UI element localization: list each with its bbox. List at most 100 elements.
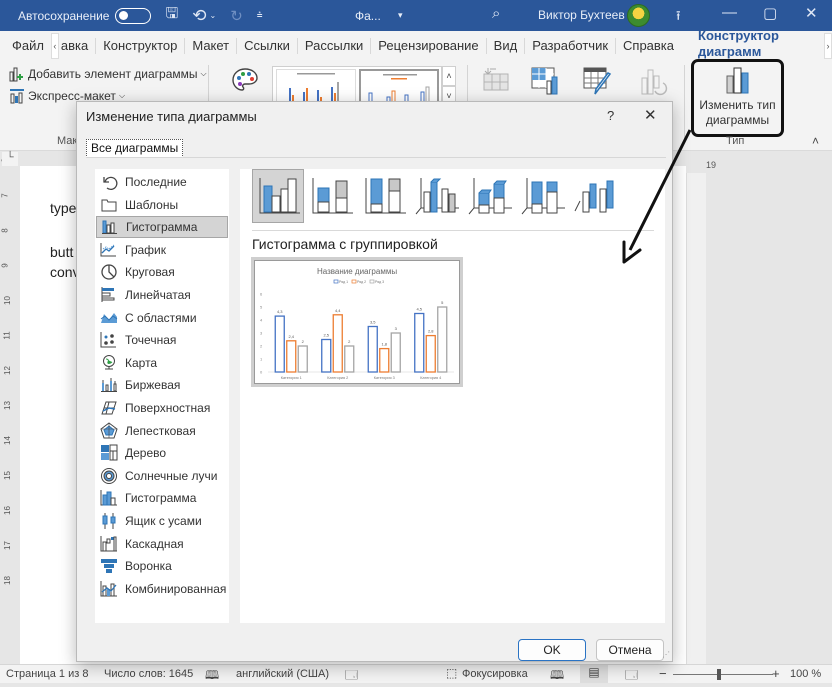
tab-selector[interactable]: └ — [2, 152, 18, 166]
tabs-scroll-right-button[interactable]: › — [824, 33, 832, 59]
collapse-ribbon-icon[interactable]: ˄ — [812, 134, 819, 148]
tab-mailings[interactable]: Рассылки — [298, 38, 372, 54]
chart-type-item[interactable]: Лепестковая — [96, 420, 228, 442]
ok-button[interactable]: OK — [518, 639, 586, 661]
change-colors-icon[interactable] — [231, 67, 259, 95]
change-chart-type-button[interactable]: Изменить тип диаграммы — [691, 59, 784, 137]
subtype-100-stacked-column-button[interactable] — [358, 169, 410, 223]
save-icon[interactable]: 🖫 — [165, 3, 178, 28]
zoom-out-button[interactable]: − — [659, 666, 667, 681]
tab-view[interactable]: Вид — [487, 38, 526, 54]
chart-type-item[interactable]: Гистограмма — [96, 487, 228, 509]
chevron-down-icon: ⌵ — [200, 69, 207, 78]
zoom-slider[interactable] — [673, 674, 773, 675]
zoom-level[interactable]: 100 % — [790, 668, 821, 680]
subtype-3d-stacked-column-button[interactable] — [464, 169, 516, 223]
bar — [367, 325, 378, 373]
chart-styles-gallery[interactable] — [272, 66, 442, 106]
resize-grip-icon[interactable]: ⋰ — [662, 650, 670, 659]
refresh-data-icon[interactable] — [640, 66, 668, 96]
customize-toolbar-icon[interactable]: ⩮ — [257, 10, 263, 21]
add-chart-element-button[interactable]: Добавить элемент диаграммы ⌵ — [9, 66, 207, 82]
subtype-3d-column-button[interactable] — [570, 169, 622, 223]
subtype-clustered-column-button[interactable] — [252, 169, 304, 223]
change-chart-type-label-1: Изменить тип — [699, 98, 776, 112]
chart-preview[interactable]: Название диаграммы Ряд 1 Ряд 2 Ряд 3 0 1 2 3 4 5 6… — [251, 257, 463, 387]
chart-type-item[interactable]: Поверхностная — [96, 397, 228, 419]
web-layout-icon[interactable]: 🗔 — [625, 666, 638, 687]
tab-layout[interactable]: Макет — [185, 38, 238, 54]
read-mode-icon[interactable]: 🕮 — [550, 666, 564, 687]
tab-design[interactable]: Конструктор — [96, 38, 186, 54]
tab-all-charts[interactable]: Все диаграммы — [86, 139, 184, 158]
gallery-scroll-up-button[interactable]: ˄ — [442, 66, 456, 86]
chart-style-1[interactable] — [276, 69, 356, 105]
ribbon-display-icon[interactable]: ⭱ — [676, 7, 681, 29]
chart-type-item[interactable]: Гистограмма — [96, 216, 228, 239]
edit-data-icon[interactable] — [583, 66, 613, 96]
legend-swatch — [369, 279, 375, 284]
page-count[interactable]: Страница 1 из 8 — [6, 668, 88, 680]
maximize-icon[interactable]: ▢ — [763, 4, 777, 22]
zoom-slider-thumb[interactable] — [717, 669, 721, 680]
bar — [379, 347, 390, 373]
chart-type-item[interactable]: Солнечные лучи — [96, 465, 228, 487]
chart-type-item[interactable]: Линейчатая — [96, 284, 228, 306]
surface-chart-icon — [99, 399, 119, 417]
subtype-stacked-column-button[interactable] — [305, 169, 357, 223]
add-chart-element-label: Добавить элемент диаграммы — [28, 67, 198, 81]
user-name[interactable]: Виктор Бухтеев — [538, 8, 625, 22]
close-icon[interactable]: ✕ — [805, 4, 818, 22]
tabs-scroll-left-button[interactable]: ‹ — [50, 33, 59, 59]
chart-type-item[interactable]: Каскадная — [96, 533, 228, 555]
subtype-3d-clustered-column-button[interactable] — [411, 169, 463, 223]
chart-type-item[interactable]: Последние — [96, 171, 228, 193]
tab-insert[interactable]: авка — [59, 38, 97, 54]
language[interactable]: английский (США) — [236, 668, 329, 680]
accessibility-icon[interactable]: 🗔 — [345, 666, 358, 687]
zoom-in-button[interactable]: + — [772, 666, 780, 681]
3d-stacked-column-icon — [468, 178, 512, 215]
search-icon[interactable]: ⌕ — [492, 5, 500, 22]
redo-icon[interactable]: ↻ — [230, 7, 243, 25]
chart-style-2[interactable] — [359, 69, 439, 105]
subtype-3d-100-stacked-column-button[interactable] — [517, 169, 569, 223]
group-type-label: Тип — [726, 135, 745, 147]
help-button[interactable]: ? — [607, 108, 614, 123]
chart-type-item[interactable]: Биржевая — [96, 374, 228, 396]
tab-references[interactable]: Ссылки — [237, 38, 298, 54]
chart-type-item[interactable]: Ящик с усами — [96, 510, 228, 532]
select-data-icon[interactable] — [531, 67, 561, 95]
undo-icon[interactable]: ⟲ — [192, 6, 206, 26]
print-layout-icon[interactable]: ▤ — [580, 665, 608, 683]
cancel-button[interactable]: Отмена — [596, 639, 664, 661]
chart-type-item[interactable]: График — [96, 239, 228, 261]
word-count[interactable]: Число слов: 1645 — [104, 668, 193, 680]
document-name-dropdown-icon[interactable]: ▾ — [398, 10, 403, 21]
close-icon[interactable]: ✕ — [644, 106, 657, 124]
treemap-chart-icon — [99, 444, 119, 462]
tab-developer[interactable]: Разработчик — [525, 38, 617, 54]
chart-type-item[interactable]: Дерево — [96, 442, 228, 464]
chart-type-item[interactable]: С областями — [96, 307, 228, 329]
chart-type-item[interactable]: Круговая — [96, 261, 228, 283]
chart-type-item[interactable]: Воронка — [96, 555, 228, 577]
y-tick-label: 4 — [260, 318, 263, 323]
autosave-toggle[interactable] — [115, 7, 152, 24]
document-name[interactable]: Фа... — [355, 9, 381, 23]
proofing-icon[interactable]: 🕮 — [205, 666, 219, 687]
switch-row-column-icon[interactable] — [480, 66, 510, 92]
tab-review[interactable]: Рецензирование — [371, 38, 487, 54]
minimize-icon[interactable]: — — [722, 4, 737, 21]
chart-type-item[interactable]: Точечная — [96, 329, 228, 351]
avatar[interactable] — [627, 4, 650, 27]
y-tick-label: 2 — [260, 344, 263, 349]
focus-mode-icon[interactable]: ⬚ — [446, 666, 457, 680]
chart-type-item[interactable]: Шаблоны — [96, 194, 228, 216]
tab-help[interactable]: Справка — [616, 38, 681, 54]
chart-type-item[interactable]: Карта — [96, 352, 228, 374]
undo-dropdown-icon[interactable]: ⌄ — [210, 11, 217, 20]
focus-mode-label[interactable]: Фокусировка — [462, 668, 528, 680]
tab-file[interactable]: Файл — [5, 38, 51, 54]
chart-type-item[interactable]: Комбинированная — [96, 578, 228, 600]
